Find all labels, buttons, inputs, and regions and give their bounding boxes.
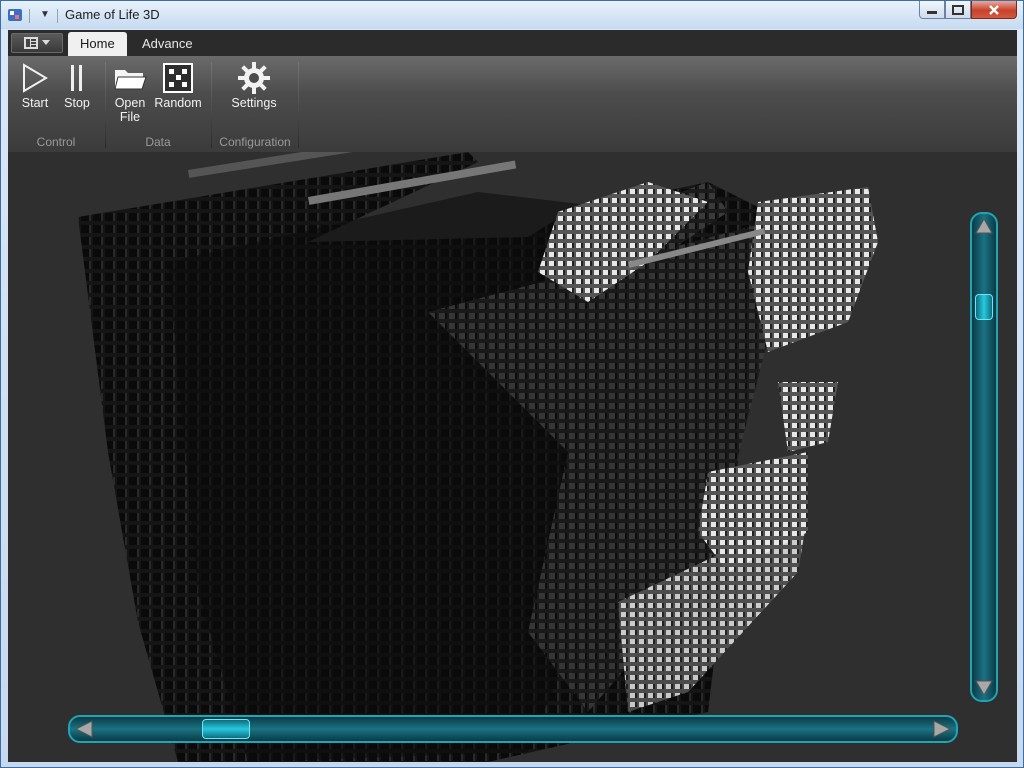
- scroll-down-icon[interactable]: [975, 679, 993, 697]
- window-title: Game of Life 3D: [65, 7, 160, 22]
- menu-icon: [24, 37, 38, 49]
- random-button[interactable]: Random: [152, 60, 204, 110]
- 3d-viewport[interactable]: [8, 152, 1017, 762]
- group-label-data: Data: [145, 135, 171, 149]
- close-button[interactable]: [971, 1, 1017, 19]
- stop-label: Stop: [64, 96, 90, 110]
- close-icon: [989, 4, 999, 15]
- qat-customize-icon[interactable]: ▼: [37, 7, 53, 23]
- stop-button[interactable]: Stop: [60, 60, 94, 110]
- vertical-scroll-thumb[interactable]: [975, 294, 993, 320]
- vertical-scrollbar[interactable]: [970, 212, 998, 702]
- ribbon-tab-bar: Home Advance: [8, 30, 1017, 56]
- start-label: Start: [21, 96, 49, 110]
- play-icon: [23, 63, 48, 93]
- random-label: Random: [154, 96, 202, 110]
- scroll-right-icon[interactable]: [932, 720, 952, 738]
- 3d-cells-view[interactable]: [8, 152, 1017, 762]
- chevron-down-icon: [42, 40, 50, 45]
- tab-home[interactable]: Home: [68, 32, 127, 56]
- horizontal-scrollbar[interactable]: [68, 715, 958, 743]
- folder-open-icon: [114, 70, 147, 90]
- minimize-button[interactable]: [919, 1, 945, 19]
- ribbon-group-configuration: Settings Configuration: [212, 56, 298, 152]
- settings-button[interactable]: Settings: [226, 60, 282, 110]
- app-window: ▼ Game of Life 3D Home Advance Start Sto…: [0, 0, 1024, 768]
- qat-separator: [29, 9, 30, 23]
- tab-advance[interactable]: Advance: [130, 32, 205, 56]
- gear-icon: [238, 62, 270, 94]
- ribbon-group-control: Start Stop Control: [8, 56, 104, 152]
- open-file-button[interactable]: Open File: [112, 60, 148, 124]
- app-icon[interactable]: [7, 7, 23, 23]
- application-menu-button[interactable]: [11, 33, 63, 53]
- minimize-icon: [927, 10, 937, 14]
- caption-buttons: [919, 1, 1017, 21]
- title-bar: ▼ Game of Life 3D: [1, 1, 1023, 29]
- scroll-left-icon[interactable]: [74, 720, 94, 738]
- settings-label: Settings: [231, 96, 277, 110]
- horizontal-scroll-thumb[interactable]: [202, 719, 250, 739]
- maximize-icon: [952, 4, 964, 15]
- group-label-configuration: Configuration: [219, 135, 291, 149]
- open-file-label: Open File: [114, 96, 146, 124]
- ribbon-group-data: Open File Random Data: [106, 56, 210, 152]
- group-label-control: Control: [36, 135, 76, 149]
- dice-icon: [163, 63, 193, 93]
- group-separator: [298, 62, 299, 148]
- ribbon: Start Stop Control Open File Random Data…: [8, 56, 1017, 153]
- pause-icon: [71, 65, 82, 91]
- maximize-button[interactable]: [945, 1, 971, 19]
- qat-separator: [57, 9, 58, 23]
- start-button[interactable]: Start: [16, 60, 54, 110]
- scroll-up-icon[interactable]: [975, 217, 993, 235]
